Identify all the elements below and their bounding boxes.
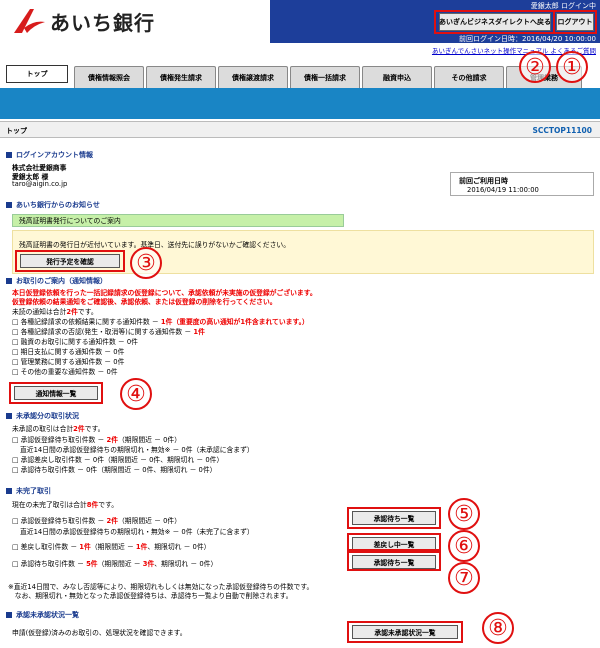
last-use-box: 前回ご利用日時 2016/04/19 11:00:00 [450,172,594,196]
annotation-2: ② [519,51,551,83]
incomplete-note: なお、期限切れ・無効となった承認仮登録待ちは、承認待ち一覧より自動で削除されます… [8,592,293,600]
warning-line-2: 仮登録依頼の結果通知をご確認後、承認依頼、または仮登録の削除を行ってください。 [12,298,277,306]
incomplete-line: □ 承認待ち取引件数 － 5件（期限間近 － 3件、期限切れ － 0件） [12,560,218,568]
incomplete-total: 現在の未完了取引は合計8件です。 [12,501,119,509]
nav-strip [0,88,600,119]
page-title: トップ [6,127,27,135]
highlight-box-7 [347,551,441,571]
notice-item-title: 残高証明書発行についてのご案内 [12,214,344,227]
user-email: taro@aigin.co.jp [12,180,68,188]
highlight-box-1 [553,10,597,34]
incomplete-line: □ 承認仮登録待ち取引件数 － 2件（期限間近 － 0件） [12,517,182,525]
annotation-6: ⑥ [448,530,480,562]
highlight-box-6 [347,533,441,551]
annotation-3: ③ [130,247,162,279]
notification-item: □ 各種記録請求の依頼結果に関する通知件数 － 1件（重要度の高い通知が1件含ま… [12,318,309,326]
section-bullet-icon [6,152,12,158]
bank-logo: あいち銀行 [12,6,155,36]
notification-total: 未読の通知は合計2件です。 [12,308,98,316]
approval-status-heading: 承認未承認状況一覧 [6,610,79,620]
tab-claim-issue[interactable]: 債権発生請求 [146,66,216,88]
unapproved-line: □ 承認仮登録待ち取引件数 － 2件（期限間近 － 0件） [12,436,182,444]
annotation-4: ④ [120,378,152,410]
tab-top[interactable]: トップ [6,65,68,83]
incomplete-heading: 未完了取引 [6,486,51,496]
section-bullet-icon [6,488,12,494]
section-bullet-icon [6,278,12,284]
highlight-box-3 [15,250,125,272]
notification-item: □ 期日支払に関する通知件数 － 0件 [12,348,125,356]
incomplete-line: 直近14日間の承認仮登録待ちの期限切れ・無効※ － 0件（未完了に含まず） [20,528,254,536]
bank-logo-icon [14,9,45,33]
unapproved-total: 未承認の取引は合計2件です。 [12,425,105,433]
tab-claim-inquiry[interactable]: 債権情報照会 [74,66,144,88]
section-bullet-icon [6,202,12,208]
notification-item: □ 管理業務に関する通知件数 － 0件 [12,358,125,366]
tab-other-requests[interactable]: その他請求 [434,66,504,88]
highlight-box-2 [434,10,555,34]
last-login: 前回ログイン日時：2016/04/20 10:00:00 [458,35,596,43]
annotation-5: ⑤ [448,498,480,530]
tab-claim-transfer[interactable]: 債権譲渡請求 [218,66,288,88]
notice-text: 残高証明書の発行日が近付いています。基準日、送付先に誤りがないかご確認ください。 [19,241,290,249]
screen-id: SCCTOP11100 [532,126,593,135]
notification-item: □ 融資のお取引に関する通知件数 － 0件 [12,338,138,346]
incomplete-line: □ 差戻し取引件数 － 1件（期限間近 － 1件、期限切れ － 0件） [12,543,211,551]
bank-name: あいち銀行 [50,10,155,35]
page-titlebar: トップ SCCTOP11100 [0,121,600,138]
header: あいち銀行 愛銀太郎 ログイン中 前回ログイン日時：2016/04/20 10:… [0,0,600,55]
unapproved-line: □ 承認差戻し取引件数 － 0件（期限間近 － 0件、期限切れ － 0件） [12,456,224,464]
highlight-box-4 [9,382,103,404]
notification-item: □ その他の重要な通知件数 － 0件 [12,368,118,376]
approval-status-text: 申請(仮登録)済みのお取引の、処理状況を確認できます。 [12,629,187,637]
last-use-value: 2016/04/19 11:00:00 [467,186,539,194]
main-navigation: トップ 債権情報照会 債権発生請求 債権譲渡請求 債権一括請求 融資申込 その他… [0,58,600,88]
section-bullet-icon [6,413,12,419]
highlight-box-8 [347,621,463,643]
last-use-label: 前回ご利用日時 [459,177,508,185]
annotation-7: ⑦ [448,562,480,594]
highlight-box-5 [347,507,441,529]
tab-bulk-request[interactable]: 債権一括請求 [290,66,360,88]
unapproved-line: □ 承認待ち取引件数 － 0件（期限間近 － 0件、期限切れ － 0件） [12,466,217,474]
unapproved-heading: 未承認分の取引状況 [6,411,79,421]
login-account-heading: ログインアカウント情報 [6,150,93,160]
unapproved-line: 直近14日間の承認仮登録待ちの期限切れ・無効※ － 0件（未承認に含まず） [20,446,254,454]
annotation-1: ① [556,51,588,83]
section-bullet-icon [6,612,12,618]
tab-loan-application[interactable]: 融資申込 [362,66,432,88]
notification-item: □ 各種記録請求の否認(発生・取消等)に関する通知件数 － 1件 [12,328,205,336]
bank-notice-heading: あいち銀行からのお知らせ [6,200,100,210]
notifications-heading: お取引のご案内（通知情報） [6,276,107,286]
annotation-8: ⑧ [482,612,514,644]
